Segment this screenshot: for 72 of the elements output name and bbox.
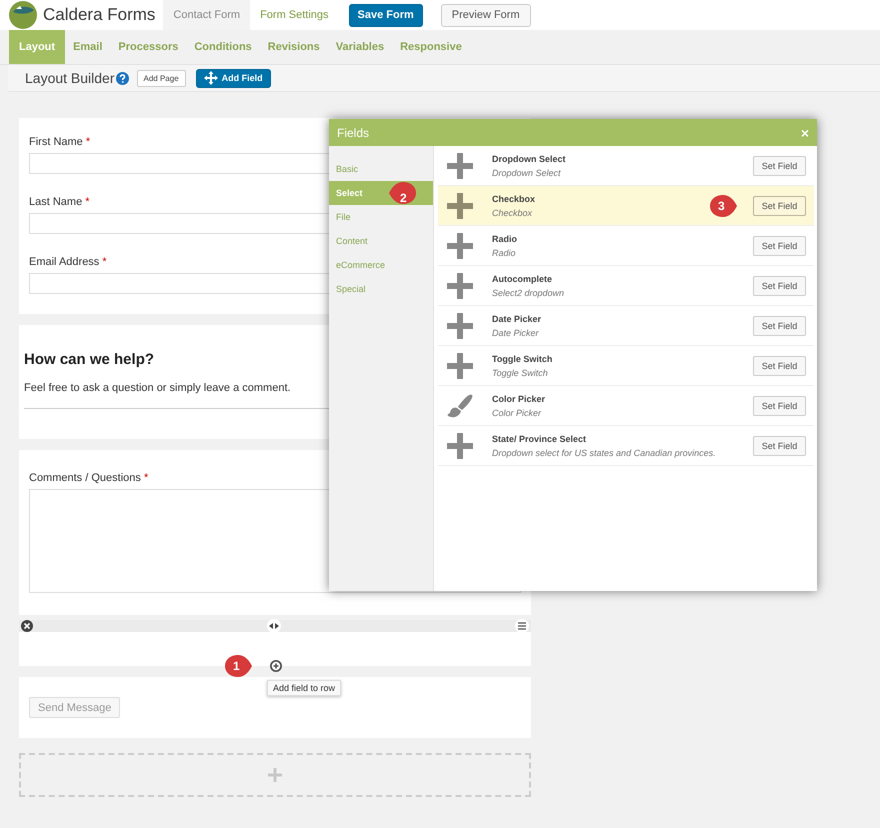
field-type-description: Dropdown Select bbox=[492, 168, 562, 178]
set-field-button[interactable]: Set Field bbox=[753, 156, 806, 176]
callout-marker: 1 bbox=[224, 654, 254, 678]
page-title: Layout Builder bbox=[25, 70, 115, 86]
field-type-name: State/ Province Select bbox=[492, 434, 588, 444]
plus-icon bbox=[446, 352, 474, 378]
plus-icon bbox=[446, 312, 474, 338]
set-field-button[interactable]: Set Field bbox=[753, 436, 806, 456]
field-type-name: Toggle Switch bbox=[492, 354, 554, 364]
category-item[interactable]: eCommerce bbox=[329, 253, 433, 277]
nav-tab[interactable]: Revisions bbox=[260, 30, 328, 64]
save-form-button[interactable]: Save Form bbox=[348, 4, 423, 26]
field-label: First Name * bbox=[29, 136, 90, 148]
field-type-description: Radio bbox=[492, 248, 517, 258]
section-heading: How can we help? bbox=[24, 351, 154, 368]
nav-tab[interactable]: Processors bbox=[110, 30, 186, 64]
preview-form-button[interactable]: Preview Form bbox=[440, 4, 531, 26]
plus-icon bbox=[268, 768, 282, 782]
category-item[interactable]: File bbox=[329, 205, 433, 229]
plus-icon bbox=[446, 272, 474, 298]
field-type-name: Autocomplete bbox=[492, 274, 554, 284]
nav-tab[interactable]: Responsive bbox=[392, 30, 470, 64]
field-label: Email Address * bbox=[29, 256, 107, 268]
category-item[interactable]: Special bbox=[329, 277, 433, 301]
callout-marker: 2 bbox=[387, 181, 417, 205]
set-field-button[interactable]: Set Field bbox=[753, 196, 806, 216]
callout-marker: 3 bbox=[709, 194, 739, 218]
field-type-description: Dropdown select for US states and Canadian provinces. bbox=[492, 448, 717, 458]
field-type-name: Date Picker bbox=[492, 314, 542, 324]
section-text: Feel free to ask a question or simply leave a comment. bbox=[24, 382, 291, 394]
set-field-button[interactable]: Set Field bbox=[753, 356, 806, 376]
field-type-name: Dropdown Select bbox=[492, 154, 567, 164]
plus-icon bbox=[446, 192, 474, 218]
move-icon bbox=[204, 71, 218, 85]
nav-tab[interactable]: Email bbox=[65, 30, 110, 64]
add-page-button[interactable]: Add Page bbox=[136, 70, 186, 86]
field-type-name: Color Picker bbox=[492, 394, 546, 404]
plus-icon bbox=[446, 152, 474, 178]
set-field-button[interactable]: Set Field bbox=[753, 396, 806, 416]
dialog-title: Fields bbox=[337, 126, 370, 140]
category-item[interactable]: Content bbox=[329, 229, 433, 253]
resize-icon[interactable] bbox=[267, 619, 281, 633]
field-type-description: Color Picker bbox=[492, 408, 542, 418]
field-label: Comments / Questions * bbox=[29, 472, 148, 484]
category-item[interactable]: Select 2 bbox=[329, 181, 433, 205]
nav-tab[interactable]: Layout bbox=[9, 30, 66, 64]
nav-tab[interactable]: Conditions bbox=[186, 30, 260, 64]
field-type-description: Checkbox bbox=[492, 208, 534, 218]
field-type-description: Select2 dropdown bbox=[492, 288, 566, 298]
nav-tab[interactable]: Variables bbox=[328, 30, 392, 64]
plus-icon bbox=[446, 232, 474, 258]
category-item[interactable]: Basic bbox=[329, 157, 433, 181]
field-type-name: Radio bbox=[492, 234, 518, 244]
field-type-description: Toggle Switch bbox=[492, 368, 549, 378]
send-message-button[interactable]: Send Message bbox=[29, 697, 120, 718]
form-tab[interactable]: Contact Form bbox=[163, 0, 250, 30]
field-type-description: Date Picker bbox=[492, 328, 540, 338]
close-button[interactable]: × bbox=[800, 124, 809, 140]
help-icon[interactable] bbox=[116, 72, 129, 84]
paintbrush-icon bbox=[446, 392, 474, 418]
set-field-button[interactable]: Set Field bbox=[753, 316, 806, 336]
add-field-button[interactable]: Add Field bbox=[196, 68, 271, 88]
plus-icon bbox=[446, 432, 474, 458]
app-brand: Caldera Forms bbox=[43, 5, 156, 25]
set-field-button[interactable]: Set Field bbox=[753, 236, 806, 256]
menu-icon[interactable] bbox=[515, 619, 529, 633]
field-type-name: Checkbox bbox=[492, 194, 536, 204]
add-icon[interactable] bbox=[270, 660, 282, 672]
tooltip: Add field to row bbox=[267, 680, 342, 696]
remove-row-icon[interactable] bbox=[21, 620, 33, 632]
field-label: Last Name * bbox=[29, 196, 90, 208]
set-field-button[interactable]: Set Field bbox=[753, 276, 806, 296]
